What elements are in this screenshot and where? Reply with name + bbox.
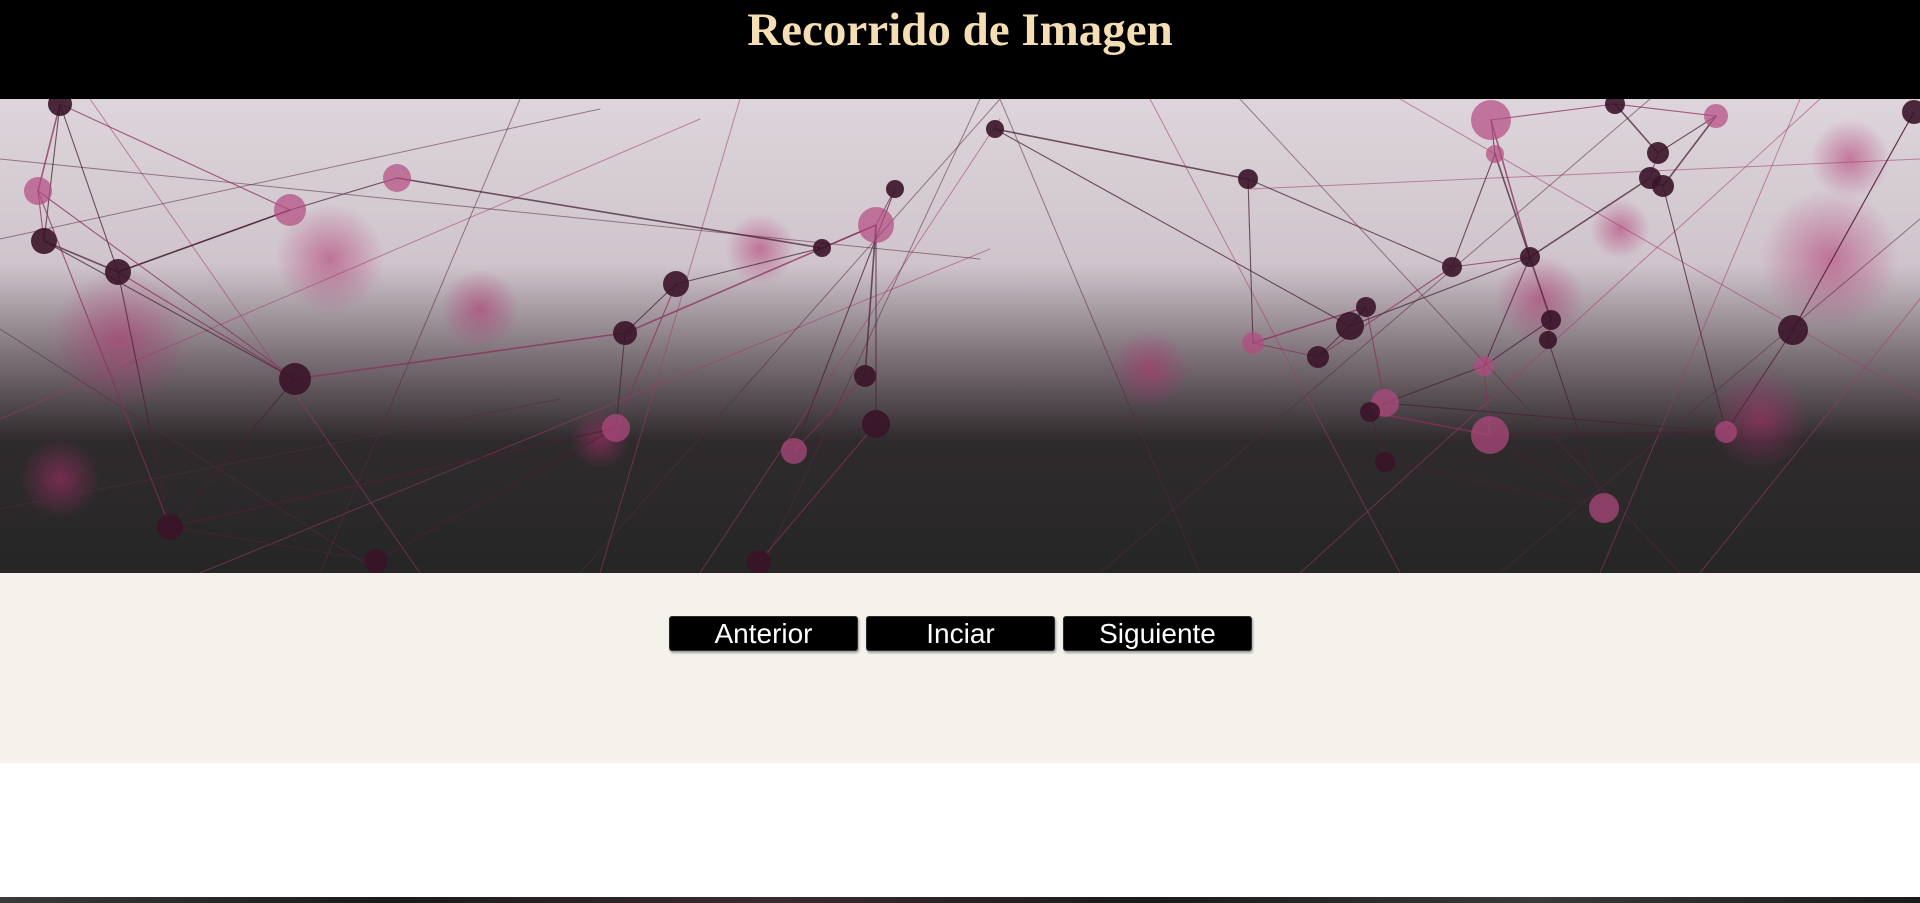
network-node-32 xyxy=(1647,142,1669,164)
blurred-dot-6 xyxy=(1495,254,1585,344)
banner-image xyxy=(0,99,1920,573)
network-node-15 xyxy=(854,365,876,387)
network-node-1 xyxy=(24,177,52,205)
network-node-39 xyxy=(1589,493,1619,523)
network-node-27 xyxy=(1375,452,1395,472)
blurred-dot-0 xyxy=(50,269,190,409)
network-node-21 xyxy=(1242,332,1264,354)
network-node-35 xyxy=(1652,175,1674,197)
blurred-dot-4 xyxy=(725,214,795,284)
network-node-10 xyxy=(157,514,183,540)
network-node-23 xyxy=(1336,312,1364,340)
blurred-dot-5 xyxy=(1110,329,1190,409)
network-node-2 xyxy=(31,228,57,254)
network-node-40 xyxy=(1471,416,1509,454)
blurred-dot-11 xyxy=(1590,199,1650,259)
network-node-38 xyxy=(1541,310,1561,330)
network-node-9 xyxy=(602,414,630,442)
network-node-4 xyxy=(274,194,306,226)
network-node-33 xyxy=(1704,104,1728,128)
network-node-29 xyxy=(1486,145,1504,163)
network-node-26 xyxy=(1360,402,1380,422)
network-node-28 xyxy=(1442,257,1462,277)
network-node-20 xyxy=(1238,169,1258,189)
page-title: Recorrido de Imagen xyxy=(747,4,1173,56)
network-node-16 xyxy=(862,410,890,438)
footer-image-strip xyxy=(0,897,1920,903)
network-node-37 xyxy=(1474,356,1494,376)
network-node-13 xyxy=(858,207,894,243)
network-node-19 xyxy=(986,120,1004,138)
page-header: Recorrido de Imagen xyxy=(0,0,1920,99)
network-node-6 xyxy=(279,363,311,395)
blurred-dot-7 xyxy=(1760,189,1900,329)
banner-background xyxy=(0,99,1920,573)
network-node-14 xyxy=(886,180,904,198)
blurred-dot-9 xyxy=(1810,119,1890,199)
next-button[interactable]: Siguiente xyxy=(1063,616,1252,651)
network-node-8 xyxy=(663,271,689,297)
network-node-11 xyxy=(364,549,388,573)
blurred-dot-2 xyxy=(440,269,520,349)
controls-panel: Anterior Inciar Siguiente xyxy=(0,573,1920,763)
network-node-22 xyxy=(1307,346,1329,368)
network-node-17 xyxy=(781,438,807,464)
network-node-44 xyxy=(1539,331,1557,349)
network-node-30 xyxy=(1471,100,1511,140)
blurred-dot-10 xyxy=(20,439,100,519)
network-node-7 xyxy=(613,321,637,345)
network-node-36 xyxy=(1520,247,1540,267)
network-node-3 xyxy=(105,259,131,285)
network-node-42 xyxy=(1778,315,1808,345)
network-node-41 xyxy=(1715,421,1737,443)
network-node-18 xyxy=(747,550,771,573)
previous-button[interactable]: Anterior xyxy=(669,616,858,651)
navigation-buttons: Anterior Inciar Siguiente xyxy=(669,616,1252,651)
network-node-5 xyxy=(383,164,411,192)
network-node-24 xyxy=(1356,297,1376,317)
start-button[interactable]: Inciar xyxy=(866,616,1055,651)
network-node-12 xyxy=(813,239,831,257)
network-nodes-image xyxy=(0,99,1920,573)
